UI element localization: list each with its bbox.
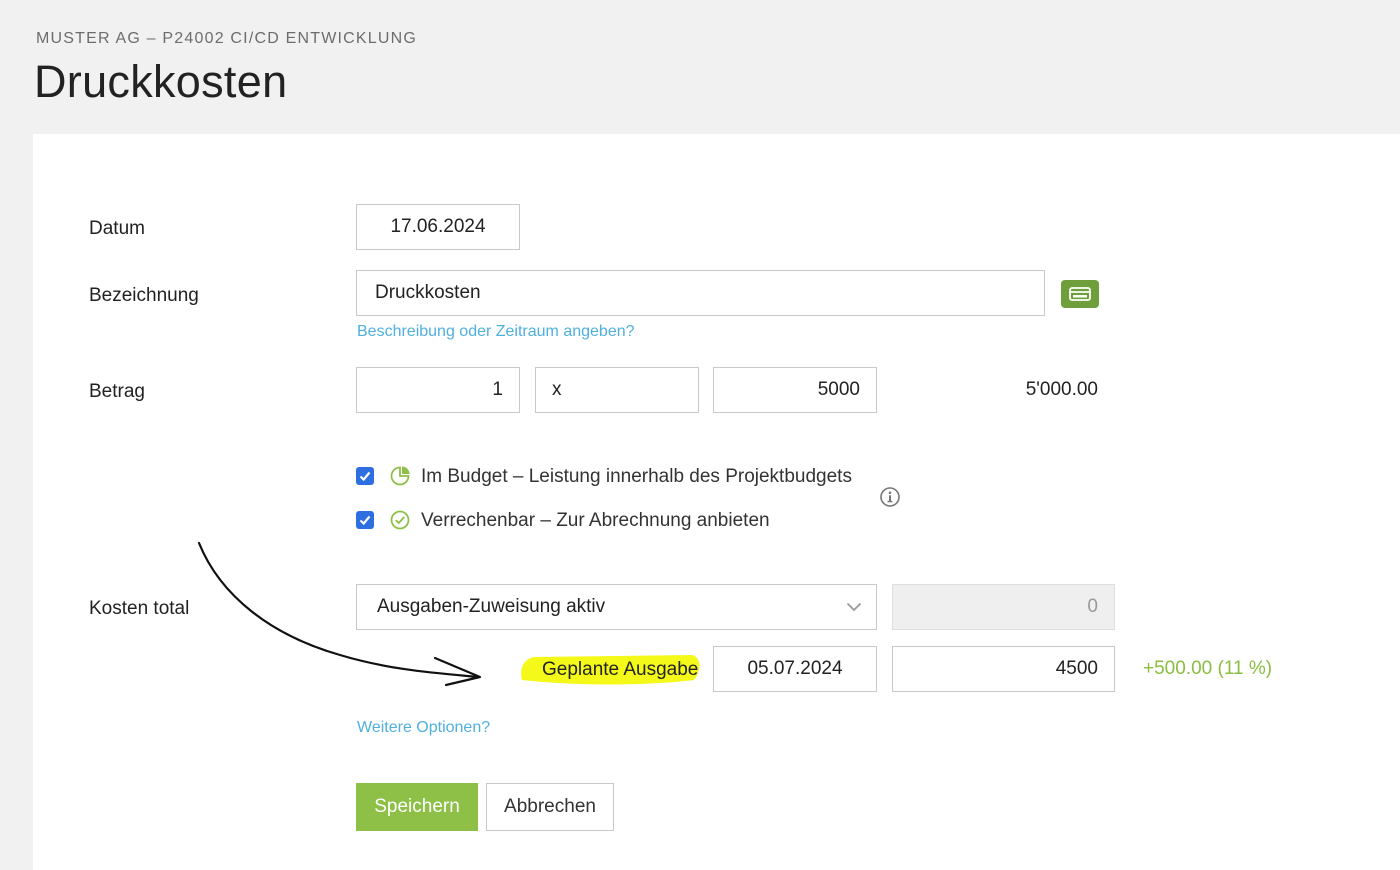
kosten-total-label: Kosten total [89, 598, 190, 619]
date-field[interactable]: 17.06.2024 [356, 204, 520, 250]
planned-amount-field[interactable]: 4500 [892, 646, 1115, 692]
difference-text: +500.00 (11 %) [1143, 658, 1273, 679]
amount-total: 5'000.00 [1025, 379, 1098, 400]
description-link[interactable]: Beschreibung oder Zeitraum angeben? [357, 323, 635, 341]
chevron-down-icon [846, 596, 862, 618]
check-circle-icon [389, 509, 411, 536]
save-button[interactable]: Speichern [356, 783, 478, 831]
form-card [33, 134, 1400, 870]
info-icon[interactable] [879, 486, 901, 513]
budget-checkbox[interactable] [356, 467, 374, 485]
card-icon[interactable] [1061, 280, 1099, 308]
quantity-field[interactable]: 1 [356, 367, 520, 413]
planned-expense-label: Geplante Ausgabe [542, 659, 699, 680]
datum-label: Datum [89, 218, 145, 239]
annotation-arrow [197, 541, 482, 687]
budget-checkbox-label: Im Budget – Leistung innerhalb des Proje… [421, 466, 852, 487]
page-title: Druckkosten [34, 56, 288, 107]
price-field[interactable]: 5000 [713, 367, 877, 413]
more-options-link[interactable]: Weitere Optionen? [357, 719, 490, 737]
unit-field[interactable]: x [535, 367, 699, 413]
billable-checkbox[interactable] [356, 511, 374, 529]
betrag-label: Betrag [89, 381, 145, 402]
breadcrumb: MUSTER AG – P24002 CI/CD ENTWICKLUNG [36, 30, 418, 47]
billable-checkbox-label: Verrechenbar – Zur Abrechnung anbieten [421, 510, 770, 531]
pie-chart-icon [389, 465, 411, 492]
bezeichnung-label: Bezeichnung [89, 285, 199, 306]
cancel-button[interactable]: Abbrechen [486, 783, 614, 831]
planned-date-field[interactable]: 05.07.2024 [713, 646, 877, 692]
bezeichnung-field[interactable]: Druckkosten [356, 270, 1045, 316]
disabled-amount-field: 0 [892, 584, 1115, 630]
